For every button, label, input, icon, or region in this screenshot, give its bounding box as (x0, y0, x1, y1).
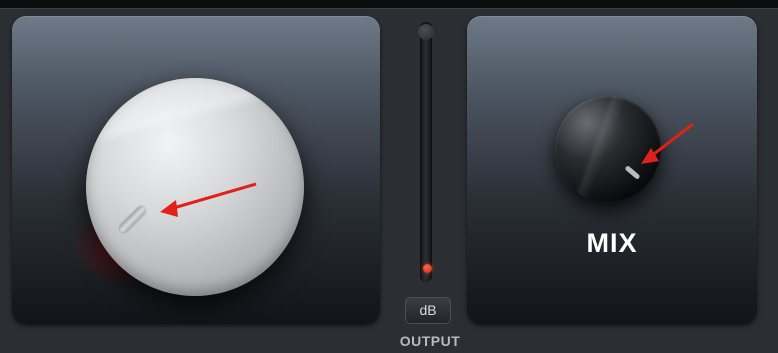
annotation-arrow-icon (641, 122, 694, 164)
output-fader-track[interactable] (420, 22, 432, 282)
db-button[interactable]: dB (405, 297, 451, 324)
top-rim (0, 0, 778, 9)
mix-knob-panel: MIX (467, 16, 757, 324)
annotation-arrow-icon (160, 182, 257, 217)
mix-label: MIX (586, 228, 638, 258)
main-knob-panel (12, 16, 380, 324)
output-level-led (423, 264, 432, 273)
output-fader-cap (418, 24, 434, 40)
output-label: OUTPUT (399, 333, 461, 349)
